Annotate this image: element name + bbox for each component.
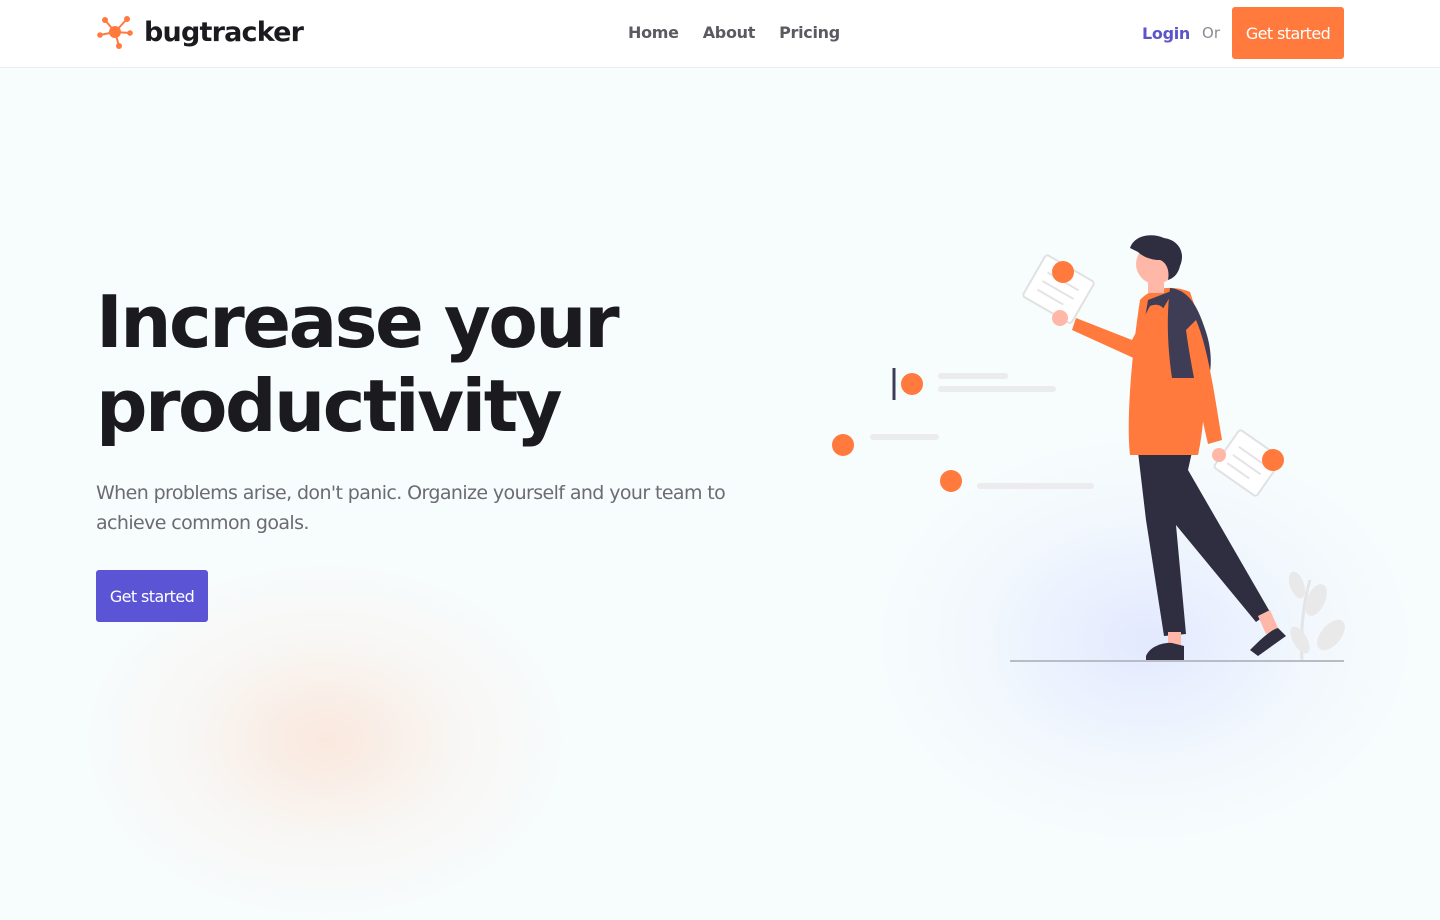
- hero-get-started-button[interactable]: Get started: [96, 570, 208, 622]
- floating-task-list: [832, 368, 1094, 492]
- or-separator: Or: [1202, 24, 1220, 42]
- main-nav: Home About Pricing: [616, 22, 852, 44]
- nav-actions: Login Or Get started: [1142, 7, 1344, 59]
- person-reading-documents-illustration: [832, 235, 1345, 662]
- hero-title-line-1: Increase your: [96, 280, 620, 364]
- nav-home-link[interactable]: Home: [616, 22, 691, 44]
- nav-get-started-button[interactable]: Get started: [1232, 7, 1344, 59]
- bug-network-logo-icon: [97, 16, 133, 49]
- plant-icon: [1288, 571, 1345, 661]
- brand-link[interactable]: bugtracker: [94, 12, 304, 52]
- navbar: bugtracker Home About Pricing Login Or G…: [0, 0, 1440, 68]
- login-link[interactable]: Login: [1142, 24, 1190, 43]
- brand-name: bugtracker: [144, 16, 304, 48]
- hero-title: Increase your productivity: [96, 280, 796, 448]
- nav-about-link[interactable]: About: [691, 22, 767, 44]
- hero-description: When problems arise, don't panic. Organi…: [96, 482, 726, 534]
- hero-title-line-2: productivity: [96, 364, 563, 448]
- nav-pricing-link[interactable]: Pricing: [767, 22, 852, 44]
